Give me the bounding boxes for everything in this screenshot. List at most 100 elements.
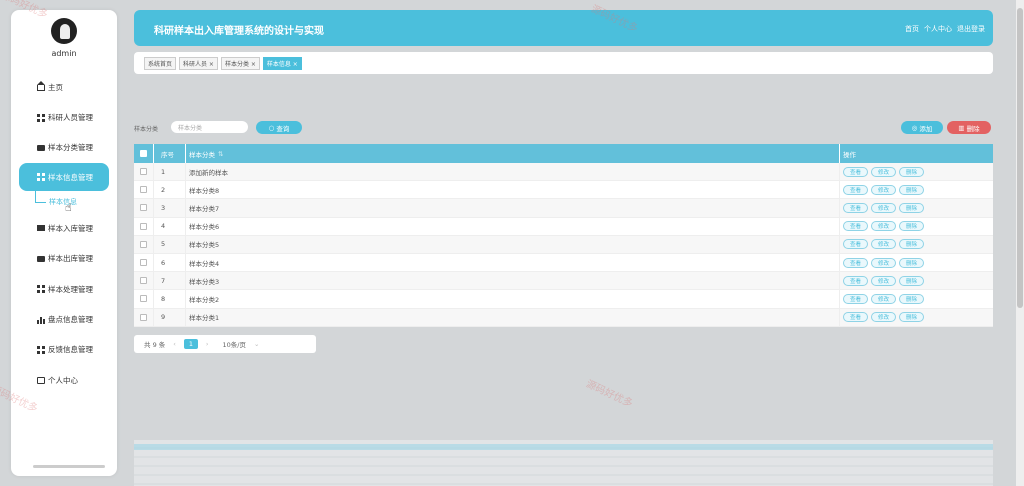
data-table: 序号 样本分类 ⇅ 操作 1 添加新的样本 查看 修改 删除 2 样本分类8 查看 修改 删除 3 样本… bbox=[134, 144, 993, 327]
view-button[interactable]: 查看 bbox=[843, 312, 869, 323]
home-link[interactable]: 首页 bbox=[905, 24, 919, 34]
tab-researchers[interactable]: 科研人员 × bbox=[179, 57, 218, 70]
sidebar-item-label: 样本入库管理 bbox=[48, 223, 93, 233]
row-name: 样本分类4 bbox=[186, 253, 840, 272]
total-count: 共 9 条 bbox=[144, 341, 166, 349]
tab-sample-category[interactable]: 样本分类 × bbox=[220, 57, 260, 70]
row-name: 样本分类8 bbox=[186, 181, 840, 199]
view-button[interactable]: 查看 bbox=[843, 202, 869, 213]
view-button[interactable]: 查看 bbox=[843, 239, 869, 250]
edit-button[interactable]: 修改 bbox=[871, 239, 897, 250]
next-page-button[interactable]: › bbox=[206, 340, 209, 348]
sidebar-item-label: 科研人员管理 bbox=[48, 113, 93, 123]
view-button[interactable]: 查看 bbox=[843, 184, 869, 195]
row-delete-button[interactable]: 删除 bbox=[899, 312, 925, 323]
header-name[interactable]: 样本分类 ⇅ bbox=[186, 144, 840, 163]
edit-button[interactable]: 修改 bbox=[871, 257, 897, 268]
page-size-select[interactable]: 10条/页 bbox=[223, 339, 246, 349]
row-delete-button[interactable]: 删除 bbox=[899, 166, 925, 177]
edit-button[interactable]: 修改 bbox=[871, 275, 897, 286]
sidebar-item-sample-category[interactable]: 样本分类管理 bbox=[11, 133, 117, 163]
row-check-cell bbox=[134, 290, 154, 308]
row-name: 样本分类3 bbox=[186, 272, 840, 290]
sidebar-item-profile[interactable]: 个人中心 bbox=[11, 365, 117, 395]
row-name: 样本分类6 bbox=[186, 217, 840, 235]
row-actions: 查看 修改 删除 bbox=[840, 181, 993, 198]
select-all-checkbox[interactable] bbox=[140, 150, 147, 157]
sidebar-item-home[interactable]: 主页 bbox=[11, 72, 117, 102]
row-checkbox[interactable] bbox=[140, 313, 147, 321]
search-input[interactable]: 样本分类 bbox=[171, 121, 248, 133]
add-button[interactable]: ◎ 添加 bbox=[901, 121, 943, 134]
row-name: 样本分类7 bbox=[186, 199, 840, 217]
row-delete-button[interactable]: 删除 bbox=[899, 257, 925, 268]
table-row: 8 样本分类2 查看 修改 删除 bbox=[134, 290, 993, 309]
tab-sample-info[interactable]: 样本信息 × bbox=[262, 57, 302, 70]
grid-icon bbox=[37, 113, 45, 122]
sidebar-item-sample-out[interactable]: 样本出库管理 bbox=[11, 244, 117, 274]
sidebar-subitem-sample-info[interactable]: 样本信息 ☝ bbox=[11, 191, 117, 215]
tab-bar: 系统首页 科研人员 × 样本分类 × 样本信息 × bbox=[134, 52, 993, 74]
row-actions: 查看 修改 删除 bbox=[840, 218, 993, 235]
sidebar-item-sample-in[interactable]: 样本入库管理 bbox=[11, 213, 117, 243]
card-icon bbox=[37, 225, 45, 232]
row-delete-button[interactable]: 删除 bbox=[899, 184, 925, 195]
view-button[interactable]: 查看 bbox=[843, 166, 869, 177]
search-icon: ○ bbox=[268, 123, 277, 132]
view-button[interactable]: 查看 bbox=[843, 257, 869, 268]
header-name-label: 样本分类 bbox=[189, 150, 215, 159]
row-checkbox[interactable] bbox=[140, 295, 147, 303]
row-checkbox[interactable] bbox=[140, 277, 147, 285]
row-delete-button[interactable]: 删除 bbox=[899, 275, 925, 286]
row-delete-button[interactable]: 删除 bbox=[899, 202, 925, 213]
sidebar-item-label: 样本信息管理 bbox=[48, 172, 93, 182]
row-delete-button[interactable]: 删除 bbox=[899, 293, 925, 304]
view-button[interactable]: 查看 bbox=[843, 275, 869, 286]
current-page[interactable]: 1 bbox=[183, 339, 198, 349]
view-button[interactable]: 查看 bbox=[843, 293, 869, 304]
sidebar-item-sample-process[interactable]: 样本处理管理 bbox=[11, 274, 117, 304]
edit-button[interactable]: 修改 bbox=[871, 221, 897, 232]
row-checkbox[interactable] bbox=[140, 168, 147, 176]
table-row: 3 样本分类7 查看 修改 删除 bbox=[134, 199, 993, 218]
row-check-cell bbox=[134, 181, 154, 199]
tab-home[interactable]: 系统首页 bbox=[144, 57, 177, 70]
row-no: 7 bbox=[154, 272, 186, 290]
edit-button[interactable]: 修改 bbox=[871, 293, 897, 304]
sidebar-item-researchers[interactable]: 科研人员管理 bbox=[11, 102, 117, 132]
row-checkbox[interactable] bbox=[140, 240, 147, 248]
sidebar-item-sample-info[interactable]: 样本信息管理 bbox=[19, 163, 109, 192]
edit-button[interactable]: 修改 bbox=[871, 184, 897, 195]
sidebar-scrollbar[interactable] bbox=[33, 465, 105, 468]
row-checkbox[interactable] bbox=[140, 259, 147, 267]
view-button[interactable]: 查看 bbox=[843, 221, 869, 232]
sidebar-menu: 主页 科研人员管理 样本分类管理 样本信息管理 样本信息 ☝ 样本入库管理 样本出… bbox=[11, 72, 117, 396]
avatar[interactable] bbox=[51, 18, 77, 44]
row-delete-button[interactable]: 删除 bbox=[899, 221, 925, 232]
sidebar-item-feedback[interactable]: 反馈信息管理 bbox=[11, 335, 117, 365]
sidebar-item-label: 样本分类管理 bbox=[48, 143, 93, 153]
row-check-cell bbox=[134, 163, 154, 181]
row-check-cell bbox=[134, 235, 154, 253]
sidebar-item-inventory[interactable]: 盘点信息管理 bbox=[11, 304, 117, 334]
edit-button[interactable]: 修改 bbox=[871, 166, 897, 177]
row-actions: 查看 修改 删除 bbox=[840, 272, 993, 289]
row-delete-button[interactable]: 删除 bbox=[899, 239, 925, 250]
logout-link[interactable]: 退出登录 bbox=[957, 24, 985, 34]
delete-button-label: 删除 bbox=[966, 124, 980, 133]
edit-button[interactable]: 修改 bbox=[871, 312, 897, 323]
edit-button[interactable]: 修改 bbox=[871, 202, 897, 213]
row-checkbox[interactable] bbox=[140, 222, 147, 230]
delete-button[interactable]: ▥ 删除 bbox=[947, 121, 991, 134]
profile-link[interactable]: 个人中心 bbox=[924, 24, 952, 34]
search-button[interactable]: ○ 查询 bbox=[256, 121, 302, 134]
row-actions: 查看 修改 删除 bbox=[840, 309, 993, 326]
prev-page-button[interactable]: ‹ bbox=[173, 340, 176, 348]
row-checkbox[interactable] bbox=[140, 186, 147, 194]
scroll-thumb[interactable] bbox=[1017, 8, 1023, 308]
page-scrollbar[interactable] bbox=[1016, 0, 1024, 486]
faded-preview-header bbox=[134, 444, 993, 450]
sidebar-subitem-label: 样本信息 bbox=[49, 198, 77, 207]
pointer-cursor-icon: ☝ bbox=[65, 201, 72, 215]
row-checkbox[interactable] bbox=[140, 204, 147, 212]
